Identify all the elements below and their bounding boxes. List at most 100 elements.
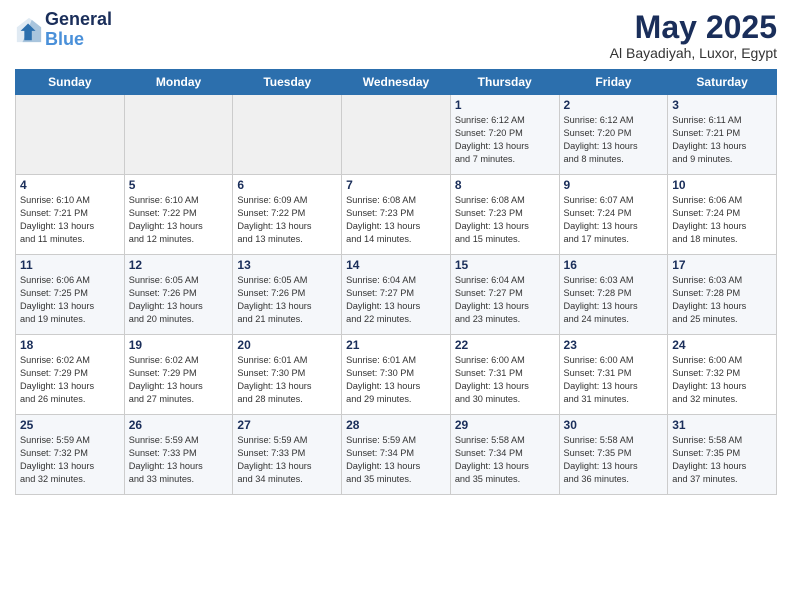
- day-number: 14: [346, 258, 446, 272]
- cell-w5-d5: 29 Sunrise: 5:58 AM Sunset: 7:34 PM Dayli…: [450, 415, 559, 495]
- week-row-1: 1 Sunrise: 6:12 AM Sunset: 7:20 PM Daylig…: [16, 95, 777, 175]
- day-number: 29: [455, 418, 555, 432]
- cell-w1-d7: 3 Sunrise: 6:11 AM Sunset: 7:21 PM Daylig…: [668, 95, 777, 175]
- day-number: 28: [346, 418, 446, 432]
- day-number: 21: [346, 338, 446, 352]
- calendar-page: General Blue May 2025 Al Bayadiyah, Luxo…: [0, 0, 792, 612]
- day-info: Sunrise: 6:02 AM Sunset: 7:29 PM Dayligh…: [20, 354, 120, 406]
- day-number: 20: [237, 338, 337, 352]
- cell-w3-d7: 17 Sunrise: 6:03 AM Sunset: 7:28 PM Dayli…: [668, 255, 777, 335]
- week-row-2: 4Sunrise: 6:10 AM Sunset: 7:21 PM Daylig…: [16, 175, 777, 255]
- day-number: 1: [455, 98, 555, 112]
- cell-w5-d6: 30 Sunrise: 5:58 AM Sunset: 7:35 PM Dayli…: [559, 415, 668, 495]
- cell-w5-d1: 25Sunrise: 5:59 AM Sunset: 7:32 PM Dayli…: [16, 415, 125, 495]
- day-number: 2: [564, 98, 664, 112]
- cell-w2-d1: 4Sunrise: 6:10 AM Sunset: 7:21 PM Daylig…: [16, 175, 125, 255]
- week-row-5: 25Sunrise: 5:59 AM Sunset: 7:32 PM Dayli…: [16, 415, 777, 495]
- day-info: Sunrise: 5:58 AM Sunset: 7:35 PM Dayligh…: [564, 434, 664, 486]
- cell-w5-d2: 26 Sunrise: 5:59 AM Sunset: 7:33 PM Dayli…: [124, 415, 233, 495]
- cell-w4-d1: 18 Sunrise: 6:02 AM Sunset: 7:29 PM Dayli…: [16, 335, 125, 415]
- title-block: May 2025 Al Bayadiyah, Luxor, Egypt: [610, 10, 777, 61]
- header-row: Sunday Monday Tuesday Wednesday Thursday…: [16, 70, 777, 95]
- day-info: Sunrise: 6:08 AM Sunset: 7:23 PM Dayligh…: [346, 194, 446, 246]
- day-info: Sunrise: 6:00 AM Sunset: 7:32 PM Dayligh…: [672, 354, 772, 406]
- day-number: 31: [672, 418, 772, 432]
- logo-text: General Blue: [45, 10, 112, 50]
- day-info: Sunrise: 5:59 AM Sunset: 7:33 PM Dayligh…: [129, 434, 229, 486]
- cell-w2-d3: 6 Sunrise: 6:09 AM Sunset: 7:22 PM Daylig…: [233, 175, 342, 255]
- cell-w3-d2: 12 Sunrise: 6:05 AM Sunset: 7:26 PM Dayli…: [124, 255, 233, 335]
- day-info: Sunrise: 6:05 AM Sunset: 7:26 PM Dayligh…: [237, 274, 337, 326]
- cell-w5-d3: 27Sunrise: 5:59 AM Sunset: 7:33 PM Dayli…: [233, 415, 342, 495]
- cell-w3-d3: 13Sunrise: 6:05 AM Sunset: 7:26 PM Dayli…: [233, 255, 342, 335]
- month-title: May 2025: [610, 10, 777, 45]
- day-info: Sunrise: 6:12 AM Sunset: 7:20 PM Dayligh…: [455, 114, 555, 166]
- day-number: 10: [672, 178, 772, 192]
- day-number: 22: [455, 338, 555, 352]
- day-number: 27: [237, 418, 337, 432]
- cell-w2-d4: 7Sunrise: 6:08 AM Sunset: 7:23 PM Daylig…: [342, 175, 451, 255]
- logo: General Blue: [15, 10, 112, 50]
- cell-w1-d3: [233, 95, 342, 175]
- cell-w5-d4: 28 Sunrise: 5:59 AM Sunset: 7:34 PM Dayli…: [342, 415, 451, 495]
- cell-w3-d4: 14Sunrise: 6:04 AM Sunset: 7:27 PM Dayli…: [342, 255, 451, 335]
- week-row-4: 18 Sunrise: 6:02 AM Sunset: 7:29 PM Dayli…: [16, 335, 777, 415]
- cell-w4-d2: 19Sunrise: 6:02 AM Sunset: 7:29 PM Dayli…: [124, 335, 233, 415]
- day-info: Sunrise: 6:10 AM Sunset: 7:22 PM Dayligh…: [129, 194, 229, 246]
- day-info: Sunrise: 5:59 AM Sunset: 7:32 PM Dayligh…: [20, 434, 120, 486]
- cell-w2-d5: 8 Sunrise: 6:08 AM Sunset: 7:23 PM Daylig…: [450, 175, 559, 255]
- location-subtitle: Al Bayadiyah, Luxor, Egypt: [610, 45, 777, 61]
- logo-icon: [15, 16, 43, 44]
- day-number: 8: [455, 178, 555, 192]
- calendar-table: Sunday Monday Tuesday Wednesday Thursday…: [15, 69, 777, 495]
- day-info: Sunrise: 6:11 AM Sunset: 7:21 PM Dayligh…: [672, 114, 772, 166]
- cell-w2-d2: 5 Sunrise: 6:10 AM Sunset: 7:22 PM Daylig…: [124, 175, 233, 255]
- cell-w5-d7: 31 Sunrise: 5:58 AM Sunset: 7:35 PM Dayli…: [668, 415, 777, 495]
- day-number: 17: [672, 258, 772, 272]
- day-info: Sunrise: 6:05 AM Sunset: 7:26 PM Dayligh…: [129, 274, 229, 326]
- day-info: Sunrise: 6:06 AM Sunset: 7:24 PM Dayligh…: [672, 194, 772, 246]
- day-info: Sunrise: 6:09 AM Sunset: 7:22 PM Dayligh…: [237, 194, 337, 246]
- col-saturday: Saturday: [668, 70, 777, 95]
- cell-w4-d7: 24 Sunrise: 6:00 AM Sunset: 7:32 PM Dayli…: [668, 335, 777, 415]
- col-monday: Monday: [124, 70, 233, 95]
- day-info: Sunrise: 6:00 AM Sunset: 7:31 PM Dayligh…: [564, 354, 664, 406]
- day-info: Sunrise: 6:02 AM Sunset: 7:29 PM Dayligh…: [129, 354, 229, 406]
- day-number: 6: [237, 178, 337, 192]
- day-number: 26: [129, 418, 229, 432]
- cell-w1-d5: 1 Sunrise: 6:12 AM Sunset: 7:20 PM Daylig…: [450, 95, 559, 175]
- cell-w1-d2: [124, 95, 233, 175]
- day-number: 3: [672, 98, 772, 112]
- day-info: Sunrise: 5:58 AM Sunset: 7:34 PM Dayligh…: [455, 434, 555, 486]
- day-number: 30: [564, 418, 664, 432]
- cell-w1-d4: [342, 95, 451, 175]
- day-info: Sunrise: 6:06 AM Sunset: 7:25 PM Dayligh…: [20, 274, 120, 326]
- day-info: Sunrise: 6:00 AM Sunset: 7:31 PM Dayligh…: [455, 354, 555, 406]
- col-wednesday: Wednesday: [342, 70, 451, 95]
- day-number: 16: [564, 258, 664, 272]
- cell-w3-d5: 15Sunrise: 6:04 AM Sunset: 7:27 PM Dayli…: [450, 255, 559, 335]
- logo-line2: Blue: [45, 30, 112, 50]
- cell-w3-d1: 11 Sunrise: 6:06 AM Sunset: 7:25 PM Dayli…: [16, 255, 125, 335]
- day-info: Sunrise: 6:08 AM Sunset: 7:23 PM Dayligh…: [455, 194, 555, 246]
- cell-w1-d1: [16, 95, 125, 175]
- col-tuesday: Tuesday: [233, 70, 342, 95]
- day-info: Sunrise: 5:59 AM Sunset: 7:34 PM Dayligh…: [346, 434, 446, 486]
- day-info: Sunrise: 6:01 AM Sunset: 7:30 PM Dayligh…: [237, 354, 337, 406]
- cell-w1-d6: 2Sunrise: 6:12 AM Sunset: 7:20 PM Daylig…: [559, 95, 668, 175]
- day-info: Sunrise: 6:03 AM Sunset: 7:28 PM Dayligh…: [564, 274, 664, 326]
- cell-w4-d6: 23Sunrise: 6:00 AM Sunset: 7:31 PM Dayli…: [559, 335, 668, 415]
- col-sunday: Sunday: [16, 70, 125, 95]
- day-number: 24: [672, 338, 772, 352]
- day-info: Sunrise: 6:04 AM Sunset: 7:27 PM Dayligh…: [455, 274, 555, 326]
- day-number: 11: [20, 258, 120, 272]
- col-thursday: Thursday: [450, 70, 559, 95]
- day-number: 5: [129, 178, 229, 192]
- day-info: Sunrise: 6:10 AM Sunset: 7:21 PM Dayligh…: [20, 194, 120, 246]
- day-number: 12: [129, 258, 229, 272]
- day-info: Sunrise: 6:03 AM Sunset: 7:28 PM Dayligh…: [672, 274, 772, 326]
- day-info: Sunrise: 5:58 AM Sunset: 7:35 PM Dayligh…: [672, 434, 772, 486]
- cell-w4-d5: 22 Sunrise: 6:00 AM Sunset: 7:31 PM Dayli…: [450, 335, 559, 415]
- day-number: 18: [20, 338, 120, 352]
- header: General Blue May 2025 Al Bayadiyah, Luxo…: [15, 10, 777, 61]
